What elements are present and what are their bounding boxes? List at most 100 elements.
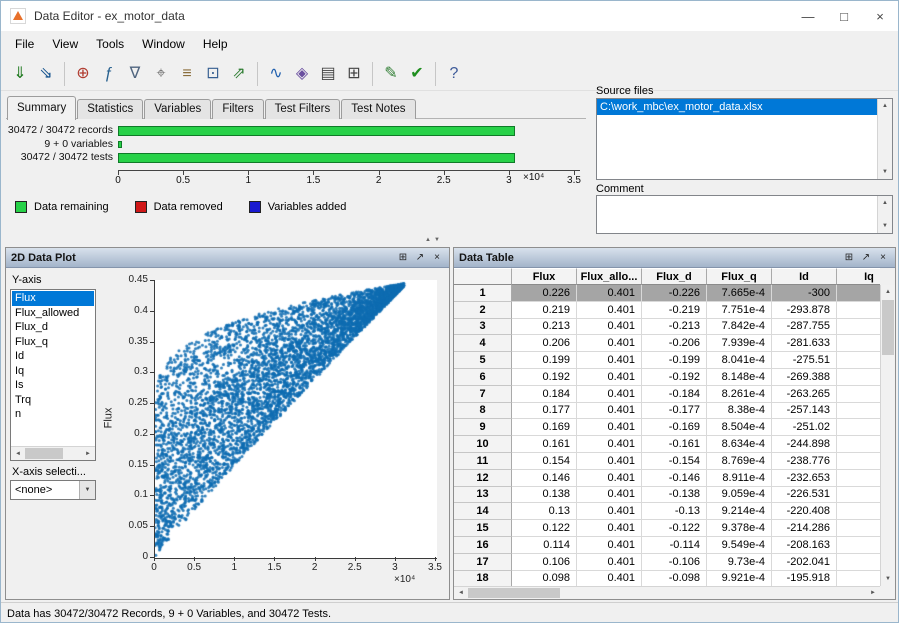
table-cell[interactable]: -0.169 bbox=[642, 419, 707, 437]
table-cell[interactable]: -0.122 bbox=[642, 520, 707, 537]
y-variable-item[interactable]: Flux_q bbox=[12, 335, 94, 350]
table-cell[interactable]: 8.148e-4 bbox=[707, 368, 772, 386]
table-cell[interactable]: 0.401 bbox=[577, 553, 642, 571]
print-button[interactable]: ⊡ bbox=[200, 61, 226, 87]
table-cell[interactable]: -0.199 bbox=[642, 352, 707, 369]
table-cell[interactable]: -0.154 bbox=[642, 452, 707, 470]
y-variable-item[interactable]: Id bbox=[12, 349, 94, 364]
table-cell[interactable]: 8.38e-4 bbox=[707, 402, 772, 420]
scroll-left-icon[interactable]: ◄ bbox=[454, 587, 468, 599]
undock-panel-icon[interactable]: ↗ bbox=[413, 251, 427, 265]
column-header[interactable]: Iq bbox=[837, 268, 880, 285]
table-cell[interactable]: 0.401 bbox=[577, 536, 642, 554]
table-cell[interactable]: -0.206 bbox=[642, 335, 707, 353]
test-filter-button[interactable]: ⌖ bbox=[148, 61, 174, 87]
table-cell[interactable]: 0.169 bbox=[512, 419, 577, 437]
row-number-cell[interactable]: 18 bbox=[454, 570, 512, 587]
table-cell[interactable]: 0.401 bbox=[577, 503, 642, 521]
table-cell[interactable]: 0.098 bbox=[512, 570, 577, 587]
row-number-cell[interactable]: 14 bbox=[454, 503, 512, 521]
table-row[interactable]: 10 0.161 0.401 -0.161 8.634e-4 -244.898 bbox=[454, 436, 880, 453]
tab-summary[interactable]: Summary bbox=[7, 96, 77, 120]
table-cell[interactable]: 0.401 bbox=[577, 368, 642, 386]
table-cell[interactable]: -0.213 bbox=[642, 318, 707, 336]
table-cell[interactable]: -251.02 bbox=[772, 419, 837, 437]
table-cell[interactable]: -244.898 bbox=[772, 436, 837, 453]
table-cell[interactable]: 0.199 bbox=[512, 352, 577, 369]
scatter-canvas[interactable] bbox=[155, 280, 436, 557]
table-cell[interactable]: 0.154 bbox=[512, 452, 577, 470]
y-variable-item[interactable]: Is bbox=[12, 378, 94, 393]
row-number-cell[interactable]: 3 bbox=[454, 318, 512, 336]
y-variable-item[interactable]: Trq bbox=[12, 393, 94, 408]
tab-test-notes[interactable]: Test Notes bbox=[341, 99, 416, 119]
table-cell[interactable]: -226.531 bbox=[772, 486, 837, 504]
table-row[interactable]: 13 0.138 0.401 -0.138 9.059e-4 -226.531 bbox=[454, 486, 880, 504]
scatter-plot[interactable] bbox=[154, 280, 437, 559]
scroll-up-icon[interactable]: ▲ bbox=[878, 99, 892, 113]
table-cell[interactable]: -232.653 bbox=[772, 469, 837, 487]
table-cell[interactable]: 9.059e-4 bbox=[707, 486, 772, 504]
table-cell[interactable] bbox=[837, 385, 880, 403]
row-number-cell[interactable]: 17 bbox=[454, 553, 512, 571]
table-cell[interactable] bbox=[837, 285, 880, 302]
row-number-cell[interactable]: 16 bbox=[454, 536, 512, 554]
table-cell[interactable]: 8.911e-4 bbox=[707, 469, 772, 487]
row-number-cell[interactable]: 12 bbox=[454, 469, 512, 487]
table-cell[interactable]: 0.401 bbox=[577, 486, 642, 504]
tab-filters[interactable]: Filters bbox=[212, 99, 264, 119]
scrollbar-thumb[interactable] bbox=[25, 448, 63, 459]
plot-panel-header[interactable]: 2D Data Plot ⊞ ↗ × bbox=[6, 248, 449, 268]
scroll-up-icon[interactable]: ▲ bbox=[878, 196, 892, 210]
row-number-cell[interactable]: 15 bbox=[454, 520, 512, 537]
table-cell[interactable]: 0.401 bbox=[577, 452, 642, 470]
table-cell[interactable] bbox=[837, 503, 880, 521]
source-file-item[interactable]: C:\work_mbc\ex_motor_data.xlsx bbox=[597, 99, 877, 115]
table-cell[interactable]: -214.286 bbox=[772, 520, 837, 537]
table-cell[interactable]: 0.114 bbox=[512, 536, 577, 554]
tab-test-filters[interactable]: Test Filters bbox=[264, 99, 341, 119]
table-cell[interactable] bbox=[837, 469, 880, 487]
table-row[interactable]: 1 0.226 0.401 -0.226 7.665e-4 -300 bbox=[454, 285, 880, 302]
table-cell[interactable] bbox=[837, 536, 880, 554]
table-cell[interactable]: 9.921e-4 bbox=[707, 570, 772, 587]
maximize-panel-icon[interactable]: ⊞ bbox=[842, 251, 856, 265]
row-number-cell[interactable]: 7 bbox=[454, 385, 512, 403]
table-vscrollbar[interactable]: ▲ ▼ bbox=[880, 285, 895, 586]
table-cell[interactable] bbox=[837, 436, 880, 453]
table-cell[interactable]: -0.226 bbox=[642, 285, 707, 302]
row-number-cell[interactable]: 2 bbox=[454, 301, 512, 319]
table-cell[interactable] bbox=[837, 486, 880, 504]
import-data-button[interactable]: ⇘ bbox=[33, 61, 59, 87]
tab-statistics[interactable]: Statistics bbox=[77, 99, 144, 119]
table-cell[interactable] bbox=[837, 368, 880, 386]
table-cell[interactable]: 7.665e-4 bbox=[707, 285, 772, 302]
table-row[interactable]: 3 0.213 0.401 -0.213 7.842e-4 -287.755 bbox=[454, 318, 880, 336]
row-number-cell[interactable]: 4 bbox=[454, 335, 512, 353]
table-row[interactable]: 9 0.169 0.401 -0.169 8.504e-4 -251.02 bbox=[454, 419, 880, 437]
table-cell[interactable]: 0.401 bbox=[577, 419, 642, 437]
table-cell[interactable]: 0.401 bbox=[577, 285, 642, 302]
table-cell[interactable]: 0.219 bbox=[512, 301, 577, 319]
table-cell[interactable]: -0.219 bbox=[642, 301, 707, 319]
table-cell[interactable]: 0.401 bbox=[577, 570, 642, 587]
table-cell[interactable]: 0.13 bbox=[512, 503, 577, 521]
y-variable-item[interactable]: Iq bbox=[12, 364, 94, 379]
table-cell[interactable]: -0.161 bbox=[642, 436, 707, 453]
table-cell[interactable]: -238.776 bbox=[772, 452, 837, 470]
table-cell[interactable]: 0.161 bbox=[512, 436, 577, 453]
table-cell[interactable] bbox=[837, 419, 880, 437]
y-variable-item[interactable]: Flux_allowed bbox=[12, 306, 94, 321]
minimize-button[interactable]: — bbox=[790, 1, 826, 31]
table-cell[interactable]: -0.192 bbox=[642, 368, 707, 386]
table-cell[interactable] bbox=[837, 335, 880, 353]
y-variable-item[interactable]: Flux_d bbox=[12, 320, 94, 335]
row-number-cell[interactable]: 10 bbox=[454, 436, 512, 453]
table-cell[interactable] bbox=[837, 318, 880, 336]
table-cell[interactable]: 0.401 bbox=[577, 436, 642, 453]
column-header[interactable]: Flux_d bbox=[642, 268, 707, 285]
accept-button[interactable]: ✔ bbox=[404, 61, 430, 87]
table-cell[interactable]: 8.634e-4 bbox=[707, 436, 772, 453]
menu-window[interactable]: Window bbox=[133, 33, 194, 55]
table-cell[interactable]: -269.388 bbox=[772, 368, 837, 386]
